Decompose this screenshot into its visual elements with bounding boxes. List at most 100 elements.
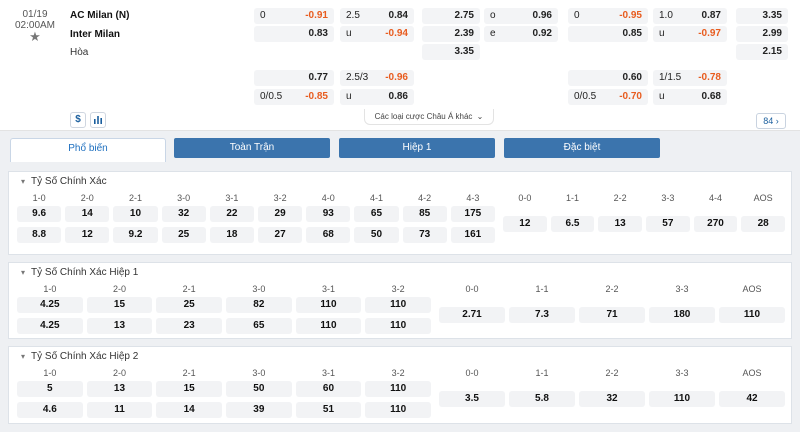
score-odds-draw[interactable]: 180 (649, 307, 715, 323)
odds-left-row4-1[interactable]: 2.5/3 -0.96 (340, 70, 414, 86)
odds-left-row2-3[interactable]: e 0.92 (484, 26, 558, 42)
score-odds-away[interactable]: 23 (156, 318, 222, 334)
odds-right-row1-2[interactable]: 3.35 (736, 8, 788, 24)
odds-left-row5-1-price: 0.86 (388, 91, 408, 102)
score-odds-draw[interactable]: 71 (579, 307, 645, 323)
score-odds-home[interactable]: 110 (365, 297, 431, 313)
dollar-icon[interactable]: $ (70, 112, 86, 128)
score-odds-draw[interactable]: 110 (649, 391, 715, 407)
score-odds-away[interactable]: 11 (86, 402, 153, 418)
score-odds-home[interactable]: 4.25 (17, 297, 83, 313)
odds-left-row3[interactable]: 3.35 (422, 44, 480, 60)
score-odds-away[interactable]: 68 (306, 227, 351, 243)
score-odds-draw[interactable]: 110 (719, 307, 785, 323)
score-odds-home[interactable]: 15 (86, 297, 153, 313)
score-odds-draw[interactable]: 13 (598, 216, 642, 232)
score-odds-home[interactable]: 10 (113, 206, 158, 222)
score-column: 0-0 3.5 (439, 367, 505, 407)
tab-popular[interactable]: Phổ biến (10, 138, 166, 162)
score-odds-home[interactable]: 85 (402, 206, 447, 222)
favorite-star-icon[interactable]: ★ (28, 30, 42, 44)
score-odds-draw[interactable]: 270 (693, 216, 738, 232)
odds-left-row1-0[interactable]: 0 -0.91 (254, 8, 334, 24)
odds-right-row2-2[interactable]: 2.99 (736, 26, 788, 42)
odds-left-row5-0[interactable]: 0/0.5 -0.85 (254, 89, 334, 105)
score-odds-draw[interactable]: 3.5 (439, 391, 505, 407)
tab-full-match[interactable]: Toàn Trận (174, 138, 330, 158)
score-odds-home[interactable]: 25 (156, 297, 222, 313)
panel-title[interactable]: ▾ Tỷ Số Chính Xác Hiệp 2 (21, 351, 138, 362)
odds-left-row1-3[interactable]: o 0.96 (484, 8, 558, 24)
score-odds-away[interactable]: 50 (354, 227, 399, 243)
tab-special[interactable]: Đặc biệt (504, 138, 660, 158)
odds-left-row1-2[interactable]: 2.75 (422, 8, 480, 24)
score-odds-away[interactable]: 8.8 (17, 227, 62, 243)
score-odds-away[interactable]: 27 (258, 227, 303, 243)
score-odds-away[interactable]: 14 (156, 402, 222, 418)
score-odds-draw[interactable]: 42 (719, 391, 785, 407)
score-odds-away[interactable]: 161 (450, 227, 495, 243)
score-odds-draw[interactable]: 57 (646, 216, 690, 232)
score-odds-home[interactable]: 5 (17, 381, 83, 397)
score-odds-away[interactable]: 65 (226, 318, 292, 334)
odds-right-row1-0[interactable]: 0 -0.95 (568, 8, 648, 24)
odds-left-row4-0[interactable]: 0.77 (254, 70, 334, 86)
score-odds-home[interactable]: 50 (226, 381, 292, 397)
odds-right-row2-1[interactable]: u -0.97 (653, 26, 727, 42)
score-odds-draw[interactable]: 5.8 (509, 391, 575, 407)
score-odds-away[interactable]: 39 (226, 402, 292, 418)
odds-right-row5-0[interactable]: 0/0.5 -0.70 (568, 89, 648, 105)
score-odds-home[interactable]: 9.6 (17, 206, 62, 222)
score-odds-away[interactable]: 110 (295, 318, 362, 334)
score-odds-home[interactable]: 60 (295, 381, 362, 397)
score-odds-draw[interactable]: 2.71 (439, 307, 505, 323)
score-odds-away[interactable]: 18 (209, 227, 254, 243)
score-odds-away[interactable]: 25 (161, 227, 206, 243)
score-odds-draw[interactable]: 12 (503, 216, 547, 232)
score-odds-draw[interactable]: 7.3 (509, 307, 575, 323)
score-odds-home[interactable]: 22 (209, 206, 254, 222)
score-odds-away[interactable]: 110 (365, 402, 431, 418)
score-odds-home[interactable]: 175 (450, 206, 495, 222)
tab-first-half[interactable]: Hiệp 1 (339, 138, 495, 158)
score-odds-away[interactable]: 51 (295, 402, 362, 418)
score-odds-draw[interactable]: 28 (741, 216, 785, 232)
more-markets-count[interactable]: 84 › (756, 113, 786, 129)
odds-right-row1-1[interactable]: 1.0 0.87 (653, 8, 727, 24)
score-odds-home[interactable]: 110 (365, 381, 431, 397)
panel-title[interactable]: ▾ Tỷ Số Chính Xác Hiệp 1 (21, 267, 138, 278)
score-odds-away[interactable]: 9.2 (113, 227, 158, 243)
score-odds-away[interactable]: 12 (65, 227, 110, 243)
score-odds-home[interactable]: 65 (354, 206, 399, 222)
odds-left-row2-2[interactable]: 2.39 (422, 26, 480, 42)
score-odds-home[interactable]: 93 (306, 206, 351, 222)
odds-right-row4-1[interactable]: 1/1.5 -0.78 (653, 70, 727, 86)
more-asian-bets-toggle[interactable]: Các loại cược Châu Á khác ⌄ (364, 109, 494, 125)
odds-right-row4-0[interactable]: 0.60 (568, 70, 648, 86)
score-odds-home[interactable]: 32 (161, 206, 206, 222)
score-odds-home[interactable]: 29 (258, 206, 303, 222)
panel-title[interactable]: ▾ Tỷ Số Chính Xác (21, 176, 107, 187)
score-odds-home[interactable]: 82 (226, 297, 292, 313)
score-odds-away[interactable]: 13 (86, 318, 153, 334)
odds-left-row2-0[interactable]: 0.83 (254, 26, 334, 42)
score-odds-away[interactable]: 4.25 (17, 318, 83, 334)
score-odds-draw[interactable]: 6.5 (550, 216, 595, 232)
bar-chart-icon[interactable] (90, 112, 106, 128)
score-odds-home[interactable]: 13 (86, 381, 153, 397)
odds-right-row5-1[interactable]: u 0.68 (653, 89, 727, 105)
score-odds-away[interactable]: 4.6 (17, 402, 83, 418)
odds-left-row5-1-line: u (346, 91, 352, 102)
score-odds-away[interactable]: 110 (365, 318, 431, 334)
odds-left-row5-1[interactable]: u 0.86 (340, 89, 414, 105)
score-odds-draw[interactable]: 32 (579, 391, 645, 407)
score-odds-home[interactable]: 14 (65, 206, 110, 222)
score-odds-away[interactable]: 73 (402, 227, 447, 243)
odds-right-row3[interactable]: 2.15 (736, 44, 788, 60)
score-odds-home[interactable]: 15 (156, 381, 222, 397)
odds-left-row2-1[interactable]: u -0.94 (340, 26, 414, 42)
score-label: 1-0 (43, 368, 57, 378)
odds-right-row2-0[interactable]: 0.85 (568, 26, 648, 42)
score-odds-home[interactable]: 110 (295, 297, 362, 313)
odds-left-row1-1[interactable]: 2.5 0.84 (340, 8, 414, 24)
